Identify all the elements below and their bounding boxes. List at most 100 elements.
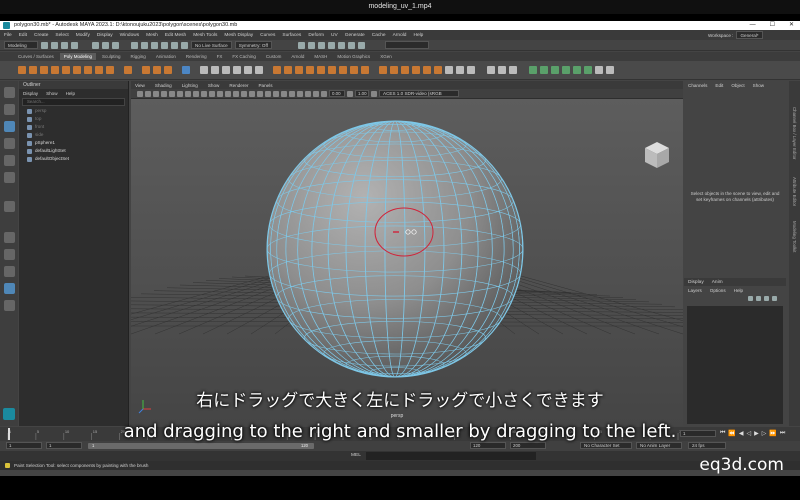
combine-icon[interactable] [200,66,208,74]
field-chart-icon[interactable] [201,90,207,97]
poly-cube-icon[interactable] [29,66,37,74]
menu-deform[interactable]: Deform [308,33,324,38]
outliner-layout-icon[interactable] [3,283,15,294]
textured-icon[interactable] [257,90,263,97]
select-component-icon[interactable] [112,41,119,49]
menu-uv[interactable]: UV [331,33,338,38]
camera-attr-icon[interactable] [145,90,151,97]
xray-components-icon[interactable] [313,90,319,97]
type-icon[interactable] [153,66,161,74]
xray-icon[interactable] [249,90,255,97]
bridge-icon[interactable] [295,66,303,74]
history-icon[interactable] [562,66,570,74]
outliner-item[interactable]: pSphere1 [19,139,128,147]
ambient-occlusion-icon[interactable] [281,90,287,97]
playback-icon[interactable] [347,41,355,49]
quadrangulate-icon[interactable] [456,66,464,74]
soft-select-icon[interactable] [498,66,506,74]
outliner-item[interactable]: top [19,115,128,123]
viewport-3d[interactable]: persp [131,99,683,426]
menu-surfaces[interactable]: Surfaces [282,33,301,38]
exposure-field[interactable]: 0.00 [329,90,345,97]
menu-edit[interactable]: Edit [19,33,27,38]
smooth-shade-icon[interactable] [233,90,239,97]
channel-box-menu-edit[interactable]: Edit [715,83,723,88]
select-hierarchy-icon[interactable] [92,41,99,49]
anim-layer-dropdown[interactable]: No Anim Layer [636,442,682,449]
lattice-icon[interactable] [509,66,517,74]
menu-mesh-tools[interactable]: Mesh Tools [193,33,217,38]
menu-cache[interactable]: Cache [372,33,386,38]
poly-disc-icon[interactable] [84,66,92,74]
shelf-tab-rendering[interactable]: Rendering [182,53,211,60]
fps-dropdown[interactable]: 24 fps [688,442,726,449]
new-layer-icon[interactable] [764,296,769,301]
side-tab-attribute-editor[interactable]: Attribute Editor [792,177,797,206]
view-cube-icon[interactable] [645,142,669,168]
undo-icon[interactable] [61,41,68,49]
four-view-icon[interactable] [3,249,15,260]
reduce-icon[interactable] [255,66,263,74]
menu-file[interactable]: File [4,33,12,38]
side-by-side-view-icon[interactable] [3,266,15,277]
snap-point-icon[interactable] [151,41,158,49]
boolean-icon[interactable] [233,66,241,74]
wireframe-icon[interactable] [225,90,231,97]
safe-action-icon[interactable] [209,90,215,97]
paint-selection-tool-icon[interactable] [3,121,15,132]
shelf-tab-custom[interactable]: Custom [262,53,286,60]
quad-draw-icon[interactable] [350,66,358,74]
shelf-tab-fx[interactable]: FX [213,53,227,60]
outliner-menu-display[interactable]: Display [23,91,38,96]
safe-title-icon[interactable] [217,90,223,97]
snap-surface-icon[interactable] [161,41,168,49]
mode-dropdown[interactable]: Modeling [4,41,38,49]
new-layer-selected-icon[interactable] [772,296,777,301]
group-icon[interactable] [573,66,581,74]
move-tool-icon[interactable] [3,138,15,149]
minimize-icon[interactable]: — [750,21,756,30]
outliner-item[interactable]: persp [19,107,128,115]
bevel-icon[interactable] [284,66,292,74]
range-end-field[interactable]: 120 [470,442,506,449]
smooth-icon[interactable] [222,66,230,74]
layer-menu-help[interactable]: Help [734,288,743,293]
range-start-field[interactable]: 1 [6,442,42,449]
sculpt-icon[interactable] [487,66,495,74]
multi-cut-icon[interactable] [361,66,369,74]
view-transform-dropdown[interactable]: ACES 1.0 SDR-video (sRGB [379,90,459,97]
ipr-render-icon[interactable] [307,41,315,49]
menu-windows[interactable]: Windows [120,33,139,38]
bookmark-icon[interactable] [153,90,159,97]
shelf-tab-curves-surfaces[interactable]: Curves / Surfaces [14,53,58,60]
mirror-icon[interactable] [244,66,252,74]
merge-icon[interactable] [317,66,325,74]
shadows-icon[interactable] [273,90,279,97]
menu-create[interactable]: Create [34,33,48,38]
side-tab-modeling-toolkit[interactable]: Modeling Toolkit [792,221,797,252]
reset-transform-icon[interactable] [551,66,559,74]
menu-help[interactable]: Help [413,33,423,38]
shelf-tab-rigging[interactable]: Rigging [127,53,150,60]
triangulate-icon[interactable] [445,66,453,74]
lights-icon[interactable] [265,90,271,97]
uv-editor-icon[interactable] [182,66,190,74]
pin-icon[interactable] [595,66,603,74]
live-surface-dropdown[interactable]: No Live Surface [191,41,232,49]
single-view-icon[interactable] [3,232,15,243]
offset-edge-loop-icon[interactable] [390,66,398,74]
layer-down-icon[interactable] [756,296,761,301]
command-input[interactable] [366,452,536,460]
snap-view-icon[interactable] [171,41,178,49]
sphere-surface[interactable] [266,120,524,378]
character-set-dropdown[interactable]: No Character Set [580,442,632,449]
poly-cylinder-icon[interactable] [40,66,48,74]
connect-icon[interactable] [339,66,347,74]
target-weld-icon[interactable] [328,66,336,74]
platonic-icon[interactable] [95,66,103,74]
layer-tab-anim[interactable]: Anim [712,280,723,285]
menu-curves[interactable]: Curves [260,33,275,38]
select-tool-icon[interactable] [3,87,15,98]
svg-icon[interactable] [164,66,172,74]
pause-icon[interactable] [357,41,365,49]
